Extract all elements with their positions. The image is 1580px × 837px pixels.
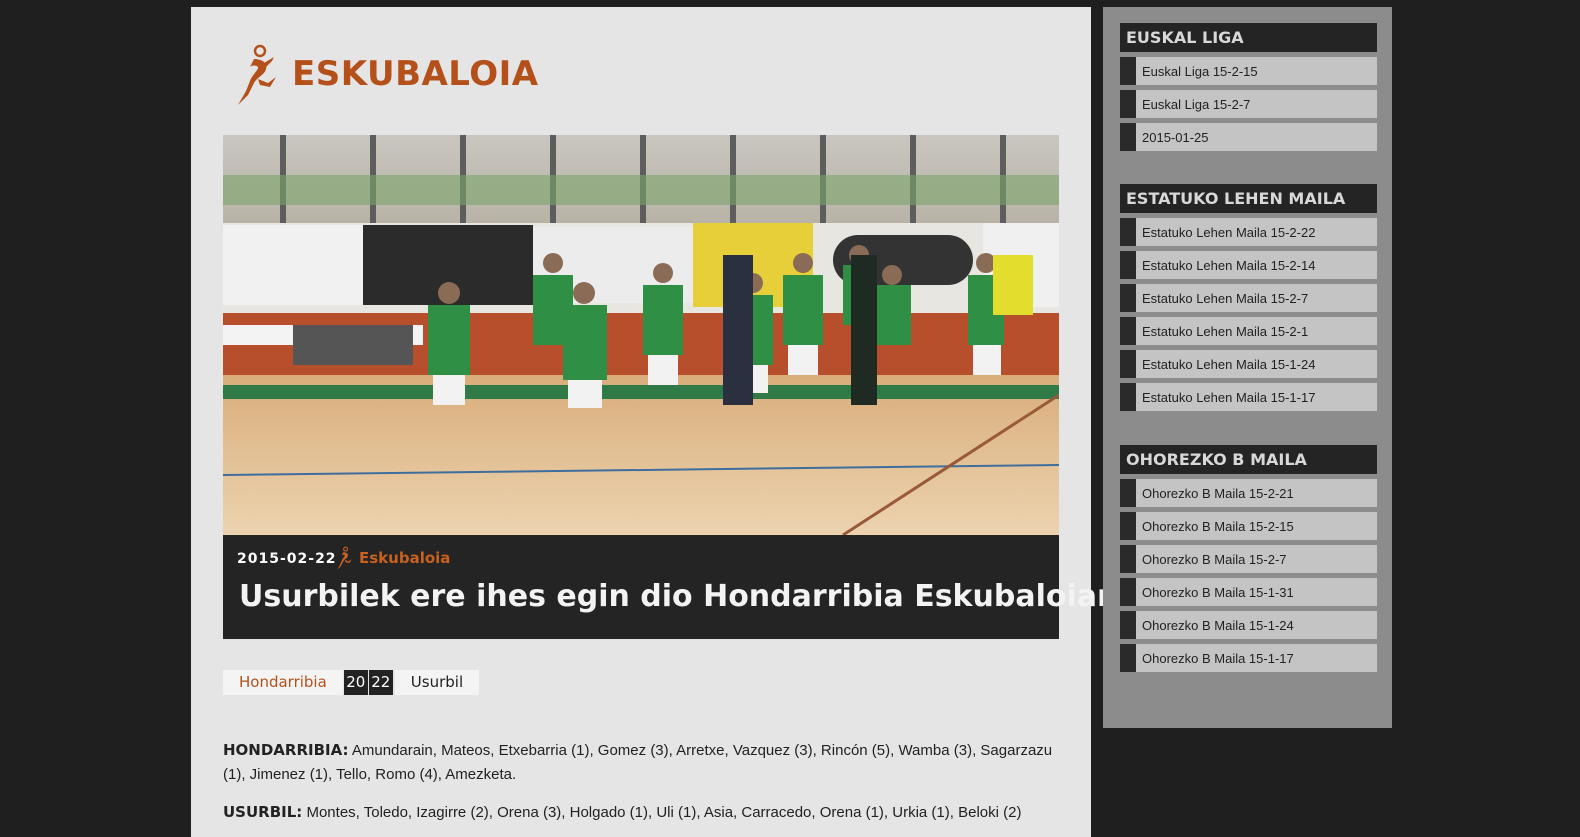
site-logo[interactable]: ESKUBALOIA	[234, 39, 539, 109]
sidebar-section-ohorezko-b-maila: OHOREZKO B MAILA Ohorezko B Maila 15-2-2…	[1120, 445, 1377, 672]
sidebar-link[interactable]: Estatuko Lehen Maila 15-2-14	[1120, 251, 1377, 279]
item-marker	[1120, 383, 1136, 411]
away-score: 22	[368, 670, 393, 695]
article-date: 2015-02-22	[237, 551, 337, 567]
sidebar-link-label: 2015-01-25	[1142, 129, 1209, 145]
lineup-team: HONDARRIBIA:	[223, 741, 349, 759]
sidebar-link[interactable]: Estatuko Lehen Maila 15-1-17	[1120, 383, 1377, 411]
item-marker	[1120, 218, 1136, 246]
sidebar-link[interactable]: Estatuko Lehen Maila 15-2-7	[1120, 284, 1377, 312]
sidebar-link-label: Euskal Liga 15-2-15	[1142, 63, 1258, 79]
item-marker	[1120, 350, 1136, 378]
sidebar-link-label: Ohorezko B Maila 15-1-31	[1142, 584, 1294, 600]
home-team[interactable]: Hondarribia	[223, 670, 343, 695]
item-marker	[1120, 251, 1136, 279]
article-headline: Usurbilek ere ihes egin dio Hondarribia …	[239, 579, 1123, 614]
site-title: ESKUBALOIA	[292, 54, 539, 94]
sidebar-link-label: Ohorezko B Maila 15-2-21	[1142, 485, 1294, 501]
sidebar-link[interactable]: Estatuko Lehen Maila 15-1-24	[1120, 350, 1377, 378]
sidebar-link-label: Euskal Liga 15-2-7	[1142, 96, 1251, 112]
handball-player-icon	[337, 546, 352, 570]
sidebar-link[interactable]: Euskal Liga 15-2-7	[1120, 90, 1377, 118]
match-score: Hondarribia 20 22 Usurbil	[223, 670, 480, 695]
lineup-team: USURBIL:	[223, 803, 303, 821]
sidebar-link[interactable]: 2015-01-25	[1120, 123, 1377, 151]
sidebar-link[interactable]: Ohorezko B Maila 15-2-15	[1120, 512, 1377, 540]
item-marker	[1120, 57, 1136, 85]
sidebar-link-label: Estatuko Lehen Maila 15-2-1	[1142, 323, 1309, 339]
sidebar-section-estatuko-lehen-maila: ESTATUKO LEHEN MAILA Estatuko Lehen Mail…	[1120, 184, 1377, 411]
sidebar-link[interactable]: Ohorezko B Maila 15-1-17	[1120, 644, 1377, 672]
sidebar-link[interactable]: Euskal Liga 15-2-15	[1120, 57, 1377, 85]
section-title: ESTATUKO LEHEN MAILA	[1120, 184, 1377, 213]
article-photo	[223, 135, 1059, 535]
home-score: 20	[343, 670, 368, 695]
handball-player-icon	[238, 44, 276, 105]
sidebar-link-label: Estatuko Lehen Maila 15-2-7	[1142, 290, 1309, 306]
sidebar-link[interactable]: Estatuko Lehen Maila 15-2-22	[1120, 218, 1377, 246]
article-header: 2015-02-22 Eskubaloia Usurbilek ere ihes…	[223, 535, 1122, 639]
section-title: EUSKAL LIGA	[1120, 23, 1377, 52]
sidebar-link-label: Ohorezko B Maila 15-2-7	[1142, 551, 1287, 567]
sidebar-link-label: Estatuko Lehen Maila 15-1-17	[1142, 389, 1316, 405]
sidebar-link[interactable]: Estatuko Lehen Maila 15-2-1	[1120, 317, 1377, 345]
sidebar-link-label: Ohorezko B Maila 15-1-24	[1142, 617, 1294, 633]
article-author[interactable]: Eskubaloia	[335, 546, 450, 570]
sidebar: EUSKAL LIGA Euskal Liga 15-2-15 Euskal L…	[1103, 7, 1392, 728]
sidebar-link-label: Estatuko Lehen Maila 15-2-22	[1142, 224, 1316, 240]
away-team[interactable]: Usurbil	[394, 670, 480, 695]
item-marker	[1120, 123, 1136, 151]
item-marker	[1120, 512, 1136, 540]
item-marker	[1120, 284, 1136, 312]
item-marker	[1120, 90, 1136, 118]
section-title: OHOREZKO B MAILA	[1120, 445, 1377, 474]
sidebar-link[interactable]: Ohorezko B Maila 15-1-24	[1120, 611, 1377, 639]
main-content: ESKUBALOIA 2015-02-22 Eskubaloia Usurbil…	[191, 7, 1122, 837]
item-marker	[1120, 644, 1136, 672]
sidebar-link[interactable]: Ohorezko B Maila 15-1-31	[1120, 578, 1377, 606]
home-lineup: HONDARRIBIA: Amundarain, Mateos, Etxebar…	[223, 738, 1063, 787]
sidebar-link-label: Ohorezko B Maila 15-1-17	[1142, 650, 1294, 666]
sidebar-link-label: Estatuko Lehen Maila 15-1-24	[1142, 356, 1316, 372]
item-marker	[1120, 611, 1136, 639]
sidebar-link-label: Estatuko Lehen Maila 15-2-14	[1142, 257, 1316, 273]
author-name: Eskubaloia	[359, 549, 451, 567]
sidebar-section-euskal-liga: EUSKAL LIGA Euskal Liga 15-2-15 Euskal L…	[1120, 23, 1377, 151]
item-marker	[1120, 545, 1136, 573]
sidebar-link[interactable]: Ohorezko B Maila 15-2-7	[1120, 545, 1377, 573]
sidebar-link[interactable]: Ohorezko B Maila 15-2-21	[1120, 479, 1377, 507]
item-marker	[1120, 578, 1136, 606]
item-marker	[1120, 317, 1136, 345]
lineup-players: Montes, Toledo, Izagirre (2), Orena (3),…	[306, 804, 1022, 821]
item-marker	[1120, 479, 1136, 507]
away-lineup: USURBIL: Montes, Toledo, Izagirre (2), O…	[223, 800, 1063, 825]
sidebar-link-label: Ohorezko B Maila 15-2-15	[1142, 518, 1294, 534]
